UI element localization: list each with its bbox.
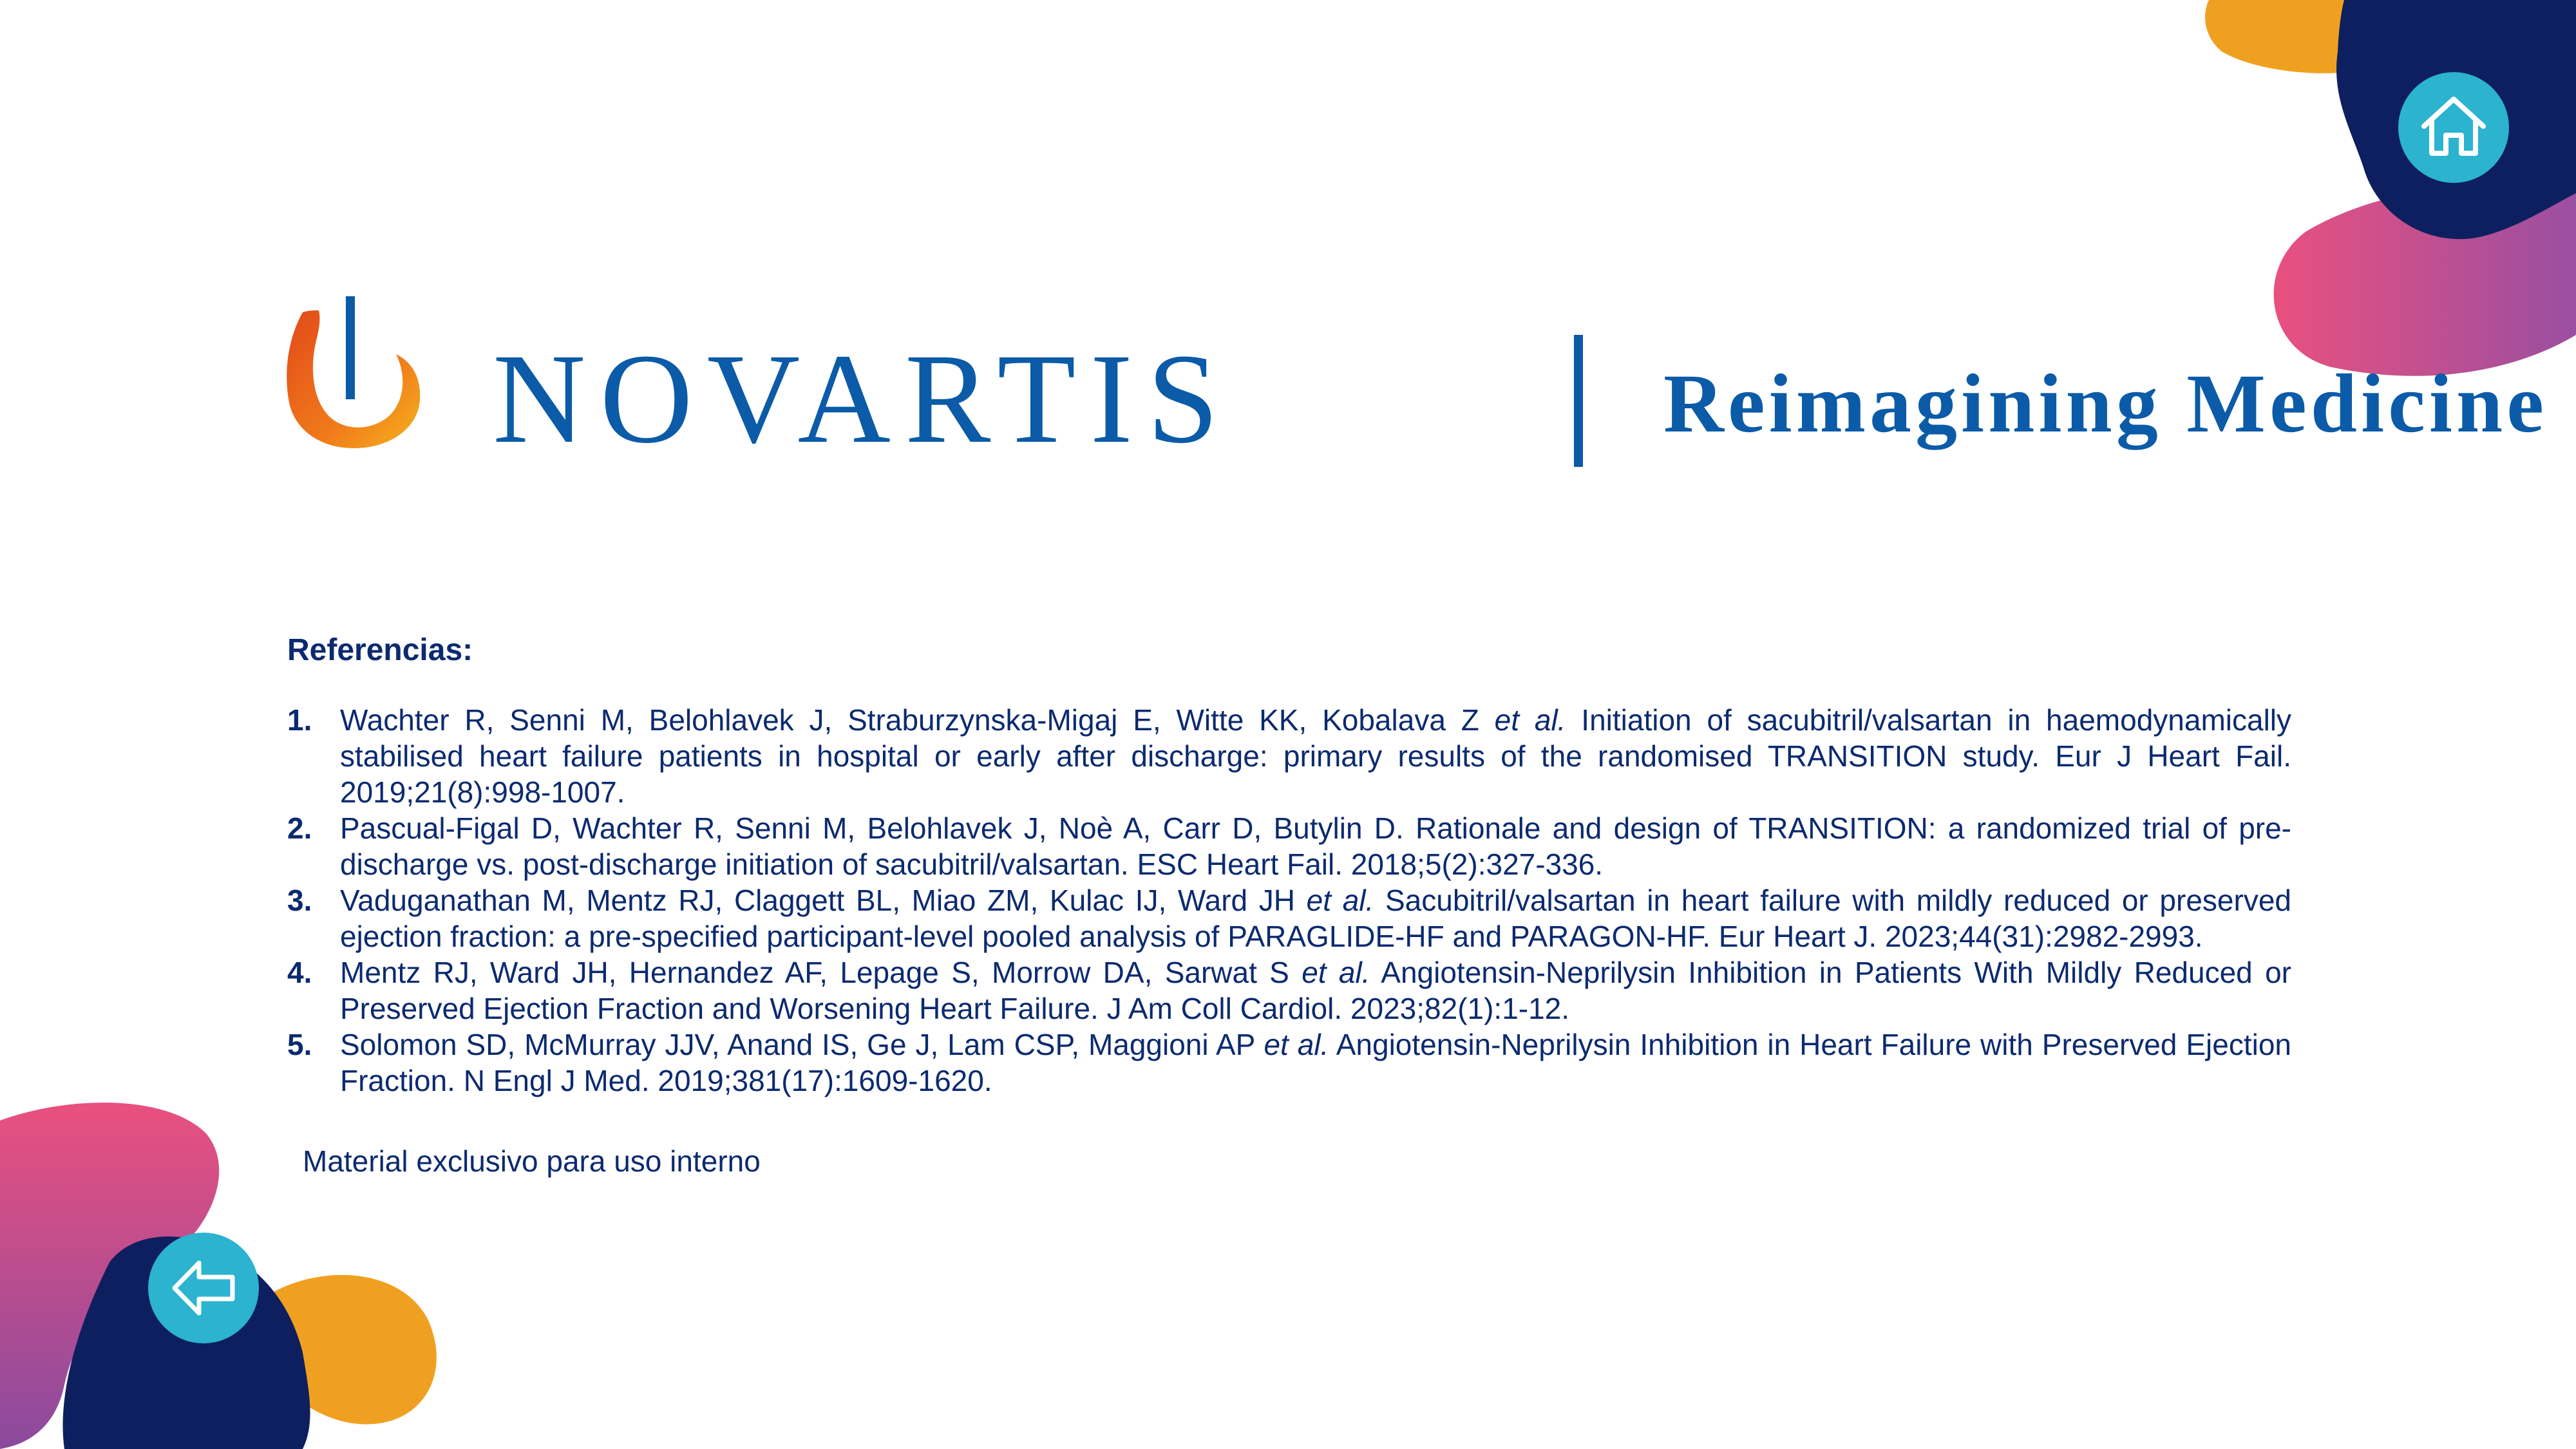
reference-text: Pascual-Figal D, Wachter R, Senni M, Bel… xyxy=(340,811,2291,881)
reference-number: 3. xyxy=(287,884,312,917)
logo-divider xyxy=(1574,335,1583,467)
references-title: Referencias: xyxy=(287,633,473,667)
references-list: 1. Wachter R, Senni M, Belohlavek J, Str… xyxy=(287,702,2291,1099)
reference-text: Solomon SD, McMurray JJV, Anand IS, Ge J… xyxy=(340,1028,2291,1097)
reference-number: 4. xyxy=(287,956,312,989)
reference-number: 1. xyxy=(287,703,312,737)
reference-text: Wachter R, Senni M, Belohlavek J, Strabu… xyxy=(340,703,2292,809)
references-section: Referencias: 1. Wachter R, Senni M, Belo… xyxy=(287,631,2291,1099)
internal-use-note: Material exclusivo para uso interno xyxy=(303,1144,761,1178)
reference-item-3: 3. Vaduganathan M, Mentz RJ, Claggett BL… xyxy=(287,882,2291,954)
reference-number: 5. xyxy=(287,1028,312,1061)
reference-item-4: 4. Mentz RJ, Ward JH, Hernandez AF, Lepa… xyxy=(287,954,2291,1027)
reference-item-5: 5. Solomon SD, McMurray JJV, Anand IS, G… xyxy=(287,1027,2291,1099)
reference-text: Vaduganathan M, Mentz RJ, Claggett BL, M… xyxy=(340,884,2291,953)
reference-number: 2. xyxy=(287,811,312,845)
home-icon xyxy=(2421,97,2486,156)
reference-item-1: 1. Wachter R, Senni M, Belohlavek J, Str… xyxy=(287,702,2291,810)
novartis-logo-row: NOVARTIS Reimagining Medicine xyxy=(283,296,2544,470)
blob-orange-top-right xyxy=(2205,0,2357,73)
arrow-left-icon xyxy=(172,1260,235,1316)
novartis-wordmark: NOVARTIS xyxy=(493,328,1233,470)
home-button[interactable] xyxy=(2398,72,2509,183)
reference-text: Mentz RJ, Ward JH, Hernandez AF, Lepage … xyxy=(340,956,2291,1025)
reference-item-2: 2. Pascual-Figal D, Wachter R, Senni M, … xyxy=(287,810,2291,882)
back-button[interactable] xyxy=(148,1233,259,1343)
tagline: Reimagining Medicine xyxy=(1663,357,2548,450)
blob-pink-top-right xyxy=(2273,174,2576,376)
blob-orange-bottom-left xyxy=(242,1274,437,1425)
novartis-flame-logo-icon xyxy=(287,296,421,448)
